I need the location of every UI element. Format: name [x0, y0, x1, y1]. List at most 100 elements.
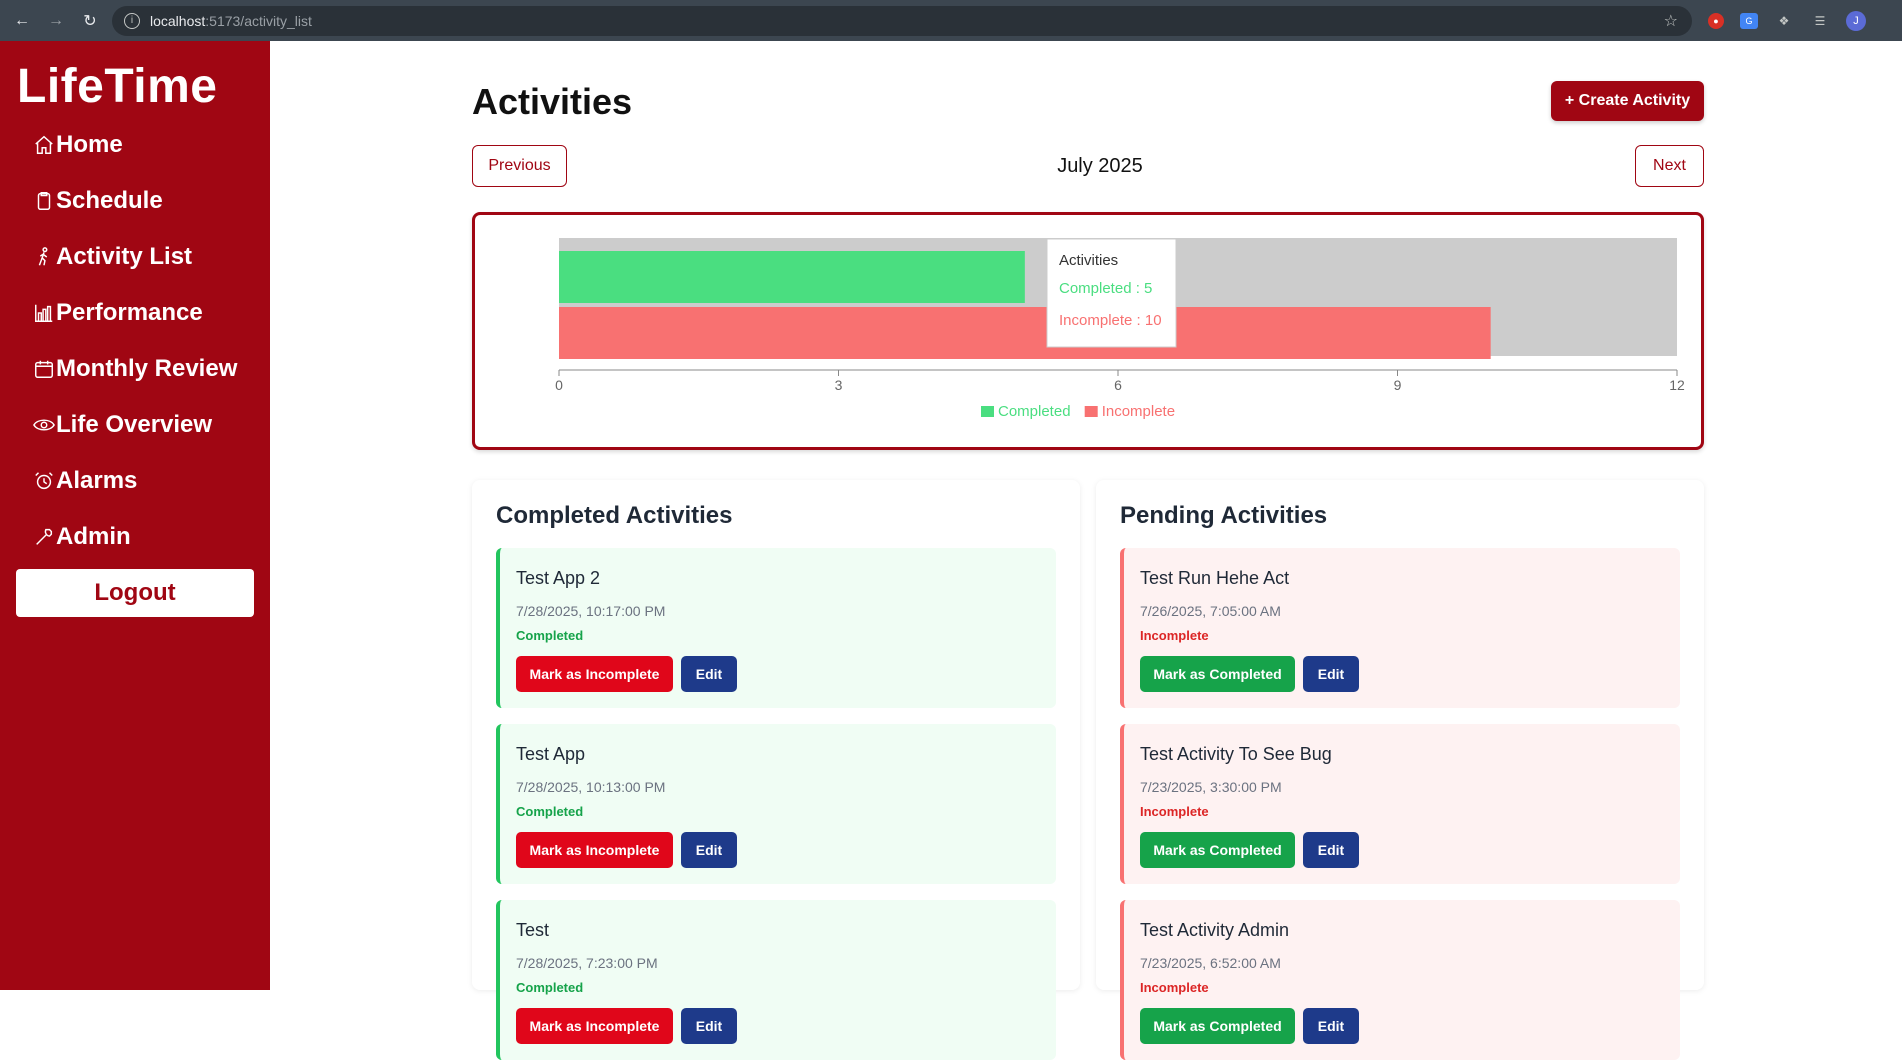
translate-extension-icon[interactable]: G	[1740, 12, 1758, 29]
mark-incomplete-button[interactable]: Mark as Incomplete	[516, 1008, 673, 1044]
profile-avatar[interactable]: J	[1846, 10, 1866, 31]
back-arrow-icon[interactable]: ←	[10, 9, 34, 33]
activity-title: Test App 2	[516, 568, 601, 588]
legend-label: Completed	[998, 403, 1071, 420]
edit-button[interactable]: Edit	[1303, 832, 1359, 868]
activity-card: Test Activity Admin 7/23/2025, 6:52:00 A…	[1120, 900, 1680, 1060]
legend-label: Incomplete	[1102, 403, 1175, 420]
legend-swatch	[981, 406, 994, 417]
wrench-icon	[32, 525, 56, 549]
sidebar-item-alarms[interactable]: Alarms	[32, 467, 137, 495]
clipboard-icon	[32, 189, 56, 213]
sidebar-item-label: Home	[56, 131, 123, 158]
activity-title: Test App	[516, 744, 586, 764]
current-month: July 2025	[1057, 155, 1143, 177]
address-bar[interactable]: i localhost:5173/activity_list ☆	[112, 5, 1692, 36]
tooltip-line: Incomplete : 10	[1059, 312, 1162, 329]
extensions-puzzle-icon[interactable]: ❖	[1774, 11, 1794, 31]
activity-title: Test Run Hehe Act	[1140, 568, 1290, 588]
sidebar-item-label: Schedule	[56, 187, 163, 214]
tooltip-title: Activities	[1059, 252, 1118, 269]
page-title: Activities	[472, 81, 633, 122]
reload-icon[interactable]: ↻	[78, 9, 102, 33]
mark-incomplete-button[interactable]: Mark as Incomplete	[516, 656, 673, 692]
bar-incomplete	[559, 307, 1491, 359]
extension-red-icon[interactable]: ●	[1708, 12, 1724, 29]
activity-card: Test Activity To See Bug 7/23/2025, 3:30…	[1120, 724, 1680, 884]
activity-date: 7/23/2025, 6:52:00 AM	[1140, 955, 1281, 971]
activity-chart: 0 3 6 9 12 Completed Incomplete Activities Compl…	[472, 212, 1704, 450]
activity-status: Incomplete	[1140, 628, 1209, 643]
edit-button[interactable]: Edit	[1303, 1008, 1359, 1044]
create-activity-button[interactable]: + Create Activity	[1551, 81, 1704, 121]
activity-date: 7/28/2025, 10:13:00 PM	[516, 779, 666, 795]
activity-status: Incomplete	[1140, 980, 1209, 995]
legend-swatch	[1084, 406, 1098, 417]
activity-date: 7/23/2025, 3:30:00 PM	[1140, 779, 1282, 795]
edit-button[interactable]: Edit	[681, 1008, 737, 1044]
mark-completed-button[interactable]: Mark as Completed	[1140, 656, 1295, 692]
completed-activities-panel: Completed Activities Test App 2 7/28/202…	[472, 480, 1080, 1060]
activity-date: 7/28/2025, 10:17:00 PM	[516, 603, 666, 619]
x-tick-label: 12	[1669, 377, 1685, 393]
home-icon	[32, 133, 56, 157]
activity-status: Incomplete	[1140, 804, 1209, 819]
x-tick-label: 9	[1394, 377, 1402, 393]
x-tick-label: 6	[1114, 377, 1122, 393]
activity-status: Completed	[516, 628, 584, 643]
next-month-button[interactable]: Next	[1635, 145, 1704, 187]
completed-heading: Completed Activities	[496, 502, 733, 529]
alarm-icon	[32, 469, 56, 493]
sidebar-item-admin[interactable]: Admin	[32, 523, 131, 551]
url-path: :5173/activity_list	[205, 12, 312, 29]
mark-completed-button[interactable]: Mark as Completed	[1140, 1008, 1295, 1044]
sidebar-item-monthly-review[interactable]: Monthly Review	[32, 355, 237, 383]
sidebar-item-label: Life Overview	[56, 411, 213, 438]
logout-button[interactable]: Logout	[16, 569, 254, 617]
mark-incomplete-button[interactable]: Mark as Incomplete	[516, 832, 673, 868]
sidebar-item-performance[interactable]: Performance	[32, 299, 203, 327]
activity-card: Test Run Hehe Act 7/26/2025, 7:05:00 AM …	[1120, 548, 1680, 708]
browser-toolbar: ← → ↻ i localhost:5173/activity_list ☆ ●…	[0, 0, 1902, 41]
sidebar-item-label: Monthly Review	[56, 355, 238, 382]
activity-card: Test 7/28/2025, 7:23:00 PM Completed Mar…	[496, 900, 1056, 1060]
activity-card: Test App 7/28/2025, 10:13:00 PM Complete…	[496, 724, 1056, 884]
sidebar-item-life-overview[interactable]: Life Overview	[32, 411, 212, 439]
app-logo: LifeTime	[17, 60, 218, 113]
activity-date: 7/26/2025, 7:05:00 AM	[1140, 603, 1281, 619]
calendar-icon	[32, 357, 56, 381]
sidebar-item-label: Alarms	[56, 467, 138, 494]
sidebar-item-label: Performance	[56, 299, 203, 326]
bar-chart-icon	[32, 301, 56, 325]
bookmark-star-icon[interactable]: ☆	[1664, 11, 1678, 31]
pending-activities-panel: Pending Activities Test Run Hehe Act 7/2…	[1096, 480, 1704, 1060]
eye-icon	[32, 413, 56, 437]
mark-completed-button[interactable]: Mark as Completed	[1140, 832, 1295, 868]
sidebar-item-activity-list[interactable]: Activity List	[32, 243, 192, 271]
activity-status: Completed	[516, 804, 584, 819]
edit-button[interactable]: Edit	[1303, 656, 1359, 692]
sidebar-item-label: Activity List	[56, 243, 193, 270]
forward-arrow-icon[interactable]: →	[44, 9, 68, 33]
previous-month-button[interactable]: Previous	[472, 145, 567, 187]
activity-bar-chart: 0 3 6 9 12 Completed Incomplete Activities Compl…	[555, 238, 1685, 420]
x-tick-label: 0	[555, 377, 563, 393]
x-tick-label: 3	[835, 377, 843, 393]
activity-title: Test Activity Admin	[1140, 920, 1290, 940]
activity-card: Test App 2 7/28/2025, 10:17:00 PM Comple…	[496, 548, 1056, 708]
edit-button[interactable]: Edit	[681, 656, 737, 692]
edit-button[interactable]: Edit	[681, 832, 737, 868]
bar-completed	[559, 251, 1025, 303]
activity-title: Test	[516, 920, 550, 940]
pending-heading: Pending Activities	[1120, 502, 1328, 529]
site-info-icon[interactable]: i	[124, 12, 140, 29]
sidebar-item-home[interactable]: Home	[32, 131, 123, 159]
activity-title: Test Activity To See Bug	[1140, 744, 1332, 764]
media-control-icon[interactable]: ☰	[1810, 11, 1830, 31]
activity-status: Completed	[516, 980, 584, 995]
tooltip-line: Completed : 5	[1059, 280, 1152, 297]
walking-icon	[32, 245, 56, 269]
url-host: localhost	[150, 12, 206, 29]
sidebar-item-label: Admin	[56, 523, 131, 550]
sidebar-item-schedule[interactable]: Schedule	[32, 187, 163, 215]
